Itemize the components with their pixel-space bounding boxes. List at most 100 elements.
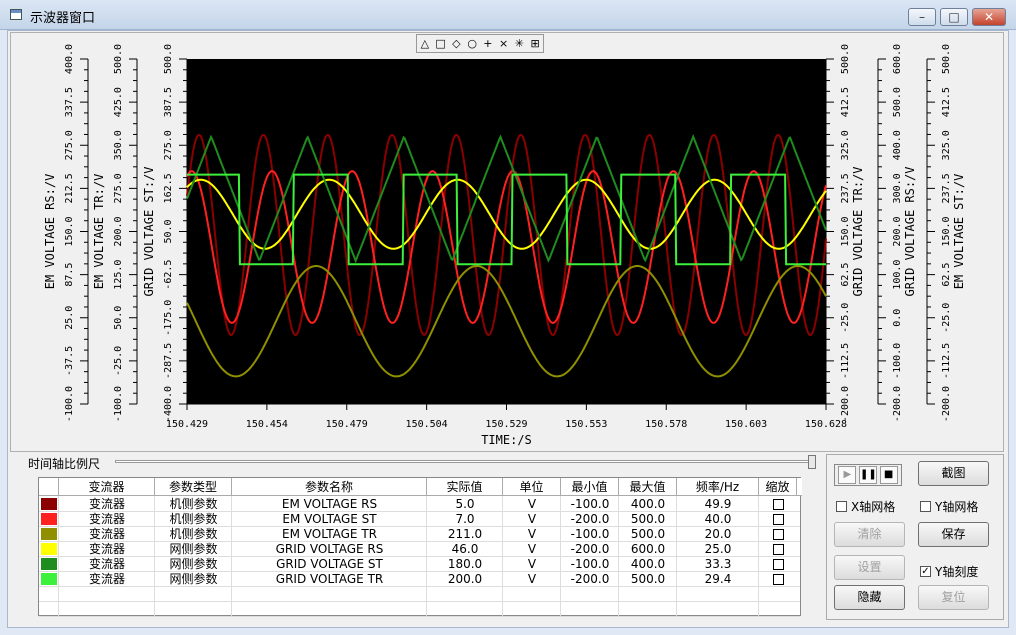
grid-line xyxy=(39,526,800,527)
time-scale-label: 时间轴比例尺 xyxy=(28,457,101,471)
zoom-checkbox[interactable] xyxy=(772,499,784,510)
row-color-cell xyxy=(39,572,59,587)
y-grid-checkbox[interactable]: Y轴网格 xyxy=(920,498,978,515)
channel-table: 变流器 参数类型 参数名称 实际值 单位 最小值 最大值 频率/Hz 缩放 变流… xyxy=(38,477,802,617)
col-zoom[interactable]: 缩放 xyxy=(759,478,797,496)
col-device[interactable]: 变流器 xyxy=(59,478,155,496)
grid-line xyxy=(39,571,800,572)
col-freq[interactable]: 频率/Hz xyxy=(677,478,759,496)
col-value[interactable]: 实际值 xyxy=(427,478,503,496)
col-min[interactable]: 最小值 xyxy=(561,478,619,496)
hide-button[interactable]: 隐藏 xyxy=(834,585,905,610)
triangle-tool-icon[interactable]: △ xyxy=(418,37,432,50)
screenshot-button[interactable]: 截图 xyxy=(918,461,989,486)
y-tick-label: 150.0 xyxy=(941,216,952,246)
y-tick-label: 500.0 xyxy=(892,87,903,117)
row-value-cell: 7.0 xyxy=(455,512,475,526)
time-scale-slider[interactable] xyxy=(115,460,815,463)
col-type[interactable]: 参数类型 xyxy=(155,478,232,496)
y-grid-box[interactable] xyxy=(920,501,931,512)
col-color[interactable] xyxy=(39,478,59,496)
y-tick-label: 600.0 xyxy=(892,44,903,74)
row-color-cell xyxy=(39,497,59,512)
y-tick-label: 237.5 xyxy=(840,173,851,203)
row-freq-cell: 40.0 xyxy=(704,512,732,526)
y-tick-label: -200.0 xyxy=(840,386,851,422)
row-unit-cell: V xyxy=(527,557,537,571)
play-icon[interactable]: ▶ xyxy=(838,466,857,484)
asterisk-tool-icon[interactable]: ✳ xyxy=(512,37,526,50)
y-tick-label: -100.0 xyxy=(892,343,903,379)
row-max-cell: 500.0 xyxy=(630,572,666,586)
row-value-cell: 46.0 xyxy=(451,542,479,556)
y-scale-checkbox[interactable]: ✓ Y轴刻度 xyxy=(920,563,978,580)
table-row[interactable]: 变流器 机侧参数 EM VOLTAGE RS 5.0 V -100.0 400.0 49.9 xyxy=(39,497,797,512)
row-unit-cell: V xyxy=(527,512,537,526)
y-tick-label: 275.0 xyxy=(163,130,174,160)
y-scale-box[interactable]: ✓ xyxy=(920,566,931,577)
x-tick-label: 150.529 xyxy=(485,419,527,430)
y-tick-label: 87.5 xyxy=(64,263,75,287)
y-tick-label: 425.0 xyxy=(113,87,124,117)
table-row[interactable]: 变流器 网侧参数 GRID VOLTAGE RS 46.0 V -200.0 600.0 25… xyxy=(39,542,797,557)
y-tick-label: 350.0 xyxy=(113,130,124,160)
zoom-checkbox[interactable] xyxy=(772,514,784,525)
pause-icon[interactable]: ❚❚ xyxy=(858,466,877,484)
table-header: 变流器 参数类型 参数名称 实际值 单位 最小值 最大值 频率/Hz 缩放 xyxy=(39,478,802,496)
y-axis-label: GRID VOLTAGE RS:/V xyxy=(903,166,917,296)
y-tick-label: -25.0 xyxy=(840,303,851,333)
row-min-cell: -200.0 xyxy=(570,512,610,526)
table-row[interactable]: 变流器 网侧参数 GRID VOLTAGE ST 180.0 V -100.0 400.0 3… xyxy=(39,557,797,572)
table-row[interactable]: 变流器 机侧参数 EM VOLTAGE ST 7.0 V -200.0 500.0 40.0 xyxy=(39,512,797,527)
diamond-tool-icon[interactable]: ◇ xyxy=(449,37,463,50)
y-tick-label: 275.0 xyxy=(113,173,124,203)
grid-line xyxy=(39,601,800,602)
row-type-cell: 机侧参数 xyxy=(169,497,218,511)
row-color-cell xyxy=(39,512,59,527)
y-axis-label: EM VOLTAGE ST:/V xyxy=(952,174,966,290)
x-grid-label: X轴网格 xyxy=(851,500,896,514)
col-unit[interactable]: 单位 xyxy=(503,478,561,496)
y-tick-label: 50.0 xyxy=(163,219,174,243)
y-tick-label: -112.5 xyxy=(840,343,851,379)
save-button[interactable]: 保存 xyxy=(918,522,989,547)
cross-tool-icon[interactable]: × xyxy=(497,37,511,50)
y-tick-label: -200.0 xyxy=(892,386,903,422)
square-tool-icon[interactable]: □ xyxy=(434,37,448,50)
zoom-checkbox[interactable] xyxy=(772,559,784,570)
table-row[interactable]: 变流器 机侧参数 EM VOLTAGE TR 211.0 V -100.0 500.0 20.… xyxy=(39,527,797,542)
grid-line xyxy=(39,616,800,617)
row-min-cell: -200.0 xyxy=(570,542,610,556)
row-min-cell: -200.0 xyxy=(570,572,610,586)
grid-tool-icon[interactable]: ⊞ xyxy=(528,37,542,50)
zoom-checkbox[interactable] xyxy=(772,574,784,585)
reset-button[interactable]: 复位 xyxy=(918,585,989,610)
row-device-cell: 变流器 xyxy=(88,527,125,541)
y-tick-label: 200.0 xyxy=(113,216,124,246)
clear-button[interactable]: 清除 xyxy=(834,522,905,547)
row-color-cell xyxy=(39,557,59,572)
zoom-checkbox[interactable] xyxy=(772,529,784,540)
settings-button[interactable]: 设置 xyxy=(834,555,905,580)
y-axis-label: GRID VOLTAGE TR:/V xyxy=(851,166,865,296)
y-tick-label: -100.0 xyxy=(113,386,124,422)
x-grid-checkbox[interactable]: X轴网格 xyxy=(836,498,895,515)
y-tick-label: -25.0 xyxy=(113,346,124,376)
x-grid-box[interactable] xyxy=(836,501,847,512)
y-tick-label: 300.0 xyxy=(892,173,903,203)
col-name[interactable]: 参数名称 xyxy=(232,478,427,496)
y-tick-label: 200.0 xyxy=(892,216,903,246)
col-max[interactable]: 最大值 xyxy=(619,478,677,496)
time-scale-thumb[interactable] xyxy=(808,455,816,469)
y-axis-label: EM VOLTAGE RS:/V xyxy=(43,174,57,290)
table-row[interactable]: 变流器 网侧参数 GRID VOLTAGE TR 200.0 V -200.0 500.0 2… xyxy=(39,572,797,587)
stop-icon[interactable]: ■ xyxy=(879,466,898,484)
row-device-cell: 变流器 xyxy=(88,497,125,511)
circle-tool-icon[interactable]: ○ xyxy=(465,37,479,50)
y-tick-label: 0.0 xyxy=(892,309,903,327)
zoom-checkbox[interactable] xyxy=(772,544,784,555)
plus-tool-icon[interactable]: + xyxy=(481,37,495,50)
row-type-cell: 机侧参数 xyxy=(169,512,218,526)
row-unit-cell: V xyxy=(527,497,537,511)
row-zoom-cell xyxy=(759,557,797,572)
